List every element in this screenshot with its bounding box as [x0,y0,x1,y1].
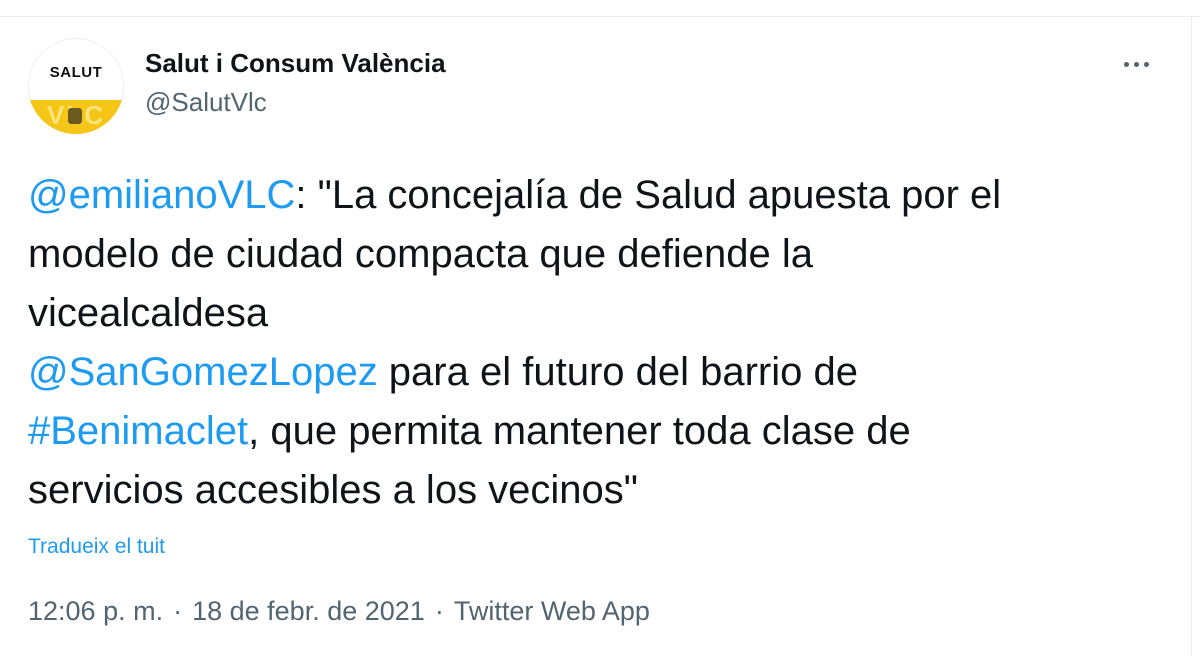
tweet-text-line: vicealcaldesa [28,284,1158,343]
tweet-text-segment: servicios accesibles a los vecinos" [28,468,638,512]
mention-link[interactable]: @emilianoVLC [28,173,295,217]
more-horizontal-icon [1143,61,1149,67]
tweet-text-segment: para el futuro del barrio de [377,350,858,394]
card-right-border [1191,16,1192,656]
tweet-text-segment: , que permita mantener toda clase de [248,409,911,453]
tweet-source-link[interactable]: Twitter Web App [454,596,650,626]
meta-separator: · [173,596,183,626]
more-horizontal-icon [1123,61,1129,67]
tweet-text-line: #Benimaclet, que permita mantener toda c… [28,402,1158,461]
translate-tweet-link[interactable]: Tradueix el tuit [28,535,165,559]
tweet-metadata: 12:06 p. m. · 18 de febr. de 2021 · Twitter … [28,596,650,627]
salut-logo-icon [68,108,82,124]
card-top-border [0,16,1200,17]
tweet-text-segment: vicealcaldesa [28,291,269,335]
author-handle[interactable]: @SalutVlc [145,87,267,118]
hashtag-link[interactable]: #Benimaclet [28,409,248,453]
more-horizontal-icon [1133,61,1139,67]
meta-separator: · [434,596,444,626]
tweet-text-line: @SanGomezLopez para el futuro del barrio… [28,343,1158,402]
author-name[interactable]: Salut i Consum València [145,48,446,79]
tweet-text-line: servicios accesibles a los vecinos" [28,461,1158,520]
tweet-time-link[interactable]: 12:06 p. m. [28,596,163,626]
mention-link[interactable]: @SanGomezLopez [28,350,378,394]
tweet-text-line: @emilianoVLC: "La concejalía de Salud ap… [28,166,1158,225]
more-options-button[interactable] [1116,48,1156,80]
tweet-text-segment: modelo de ciudad compacta que defiende l… [28,232,813,276]
tweet-text-line: modelo de ciudad compacta que defiende l… [28,225,1158,284]
tweet-text-segment: : "La concejalía de Salud apuesta por el [295,173,1002,217]
avatar[interactable]: SALUT VLC [28,38,124,134]
tweet-text: @emilianoVLC: "La concejalía de Salud ap… [28,166,1158,520]
tweet-date-link[interactable]: 18 de febr. de 2021 [192,596,425,626]
avatar-label: SALUT [49,64,103,81]
